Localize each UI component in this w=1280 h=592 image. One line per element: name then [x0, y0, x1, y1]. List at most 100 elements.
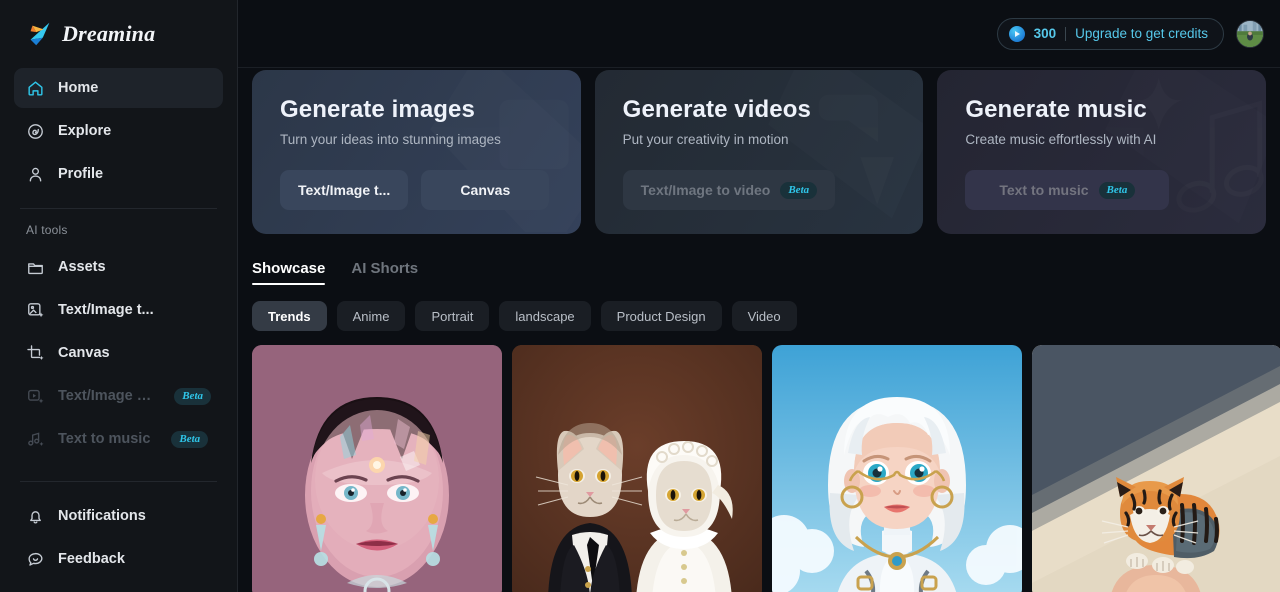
sidebar-item-text-to-music[interactable]: Text to music Beta [14, 419, 223, 459]
sidebar-item-label: Explore [58, 123, 112, 139]
miniature-tiger-image [1032, 345, 1280, 592]
hero-buttons: Text to music Beta [965, 170, 1238, 210]
filter-chips: Trends Anime Portrait landscape Product … [238, 301, 1280, 331]
hero-button-text-image-to-image[interactable]: Text/Image t... [280, 170, 409, 210]
music-note-sparkle-icon [28, 432, 44, 446]
upgrade-link[interactable]: Upgrade to get credits [1075, 26, 1208, 41]
beta-badge: Beta [171, 430, 209, 448]
hero-title: Generate videos [622, 96, 811, 123]
tab-showcase[interactable]: Showcase [252, 260, 326, 285]
tab-ai-shorts[interactable]: AI Shorts [351, 260, 418, 285]
content-tabs: Showcase AI Shorts [238, 260, 1280, 285]
showcase-gallery [238, 345, 1280, 592]
chip-video[interactable]: Video [731, 301, 797, 331]
chip-landscape[interactable]: landscape [499, 301, 591, 331]
glossy-pink-portrait-image [252, 345, 502, 592]
wedding-cats-image [512, 345, 762, 592]
gallery-item-glossy-pink-portrait[interactable] [252, 345, 502, 592]
sidebar-item-label: Text/Image t... [58, 302, 154, 318]
hero-title: Generate images [280, 96, 475, 123]
chip-label: Product Design [616, 308, 706, 324]
hero-button-canvas[interactable]: Canvas [421, 170, 550, 210]
sidebar-item-label: Text/Image t... [58, 388, 154, 404]
chat-bubble-icon [28, 552, 43, 566]
sidebar-item-label: Notifications [58, 508, 146, 524]
hero-buttons: Text/Image to video Beta [622, 170, 896, 210]
beta-badge: Beta [780, 181, 818, 199]
sidebar-item-label: Assets [58, 259, 106, 275]
chip-label: Anime [352, 308, 390, 324]
home-icon [28, 80, 43, 96]
canvas-crop-icon [27, 344, 44, 360]
chip-label: landscape [515, 308, 575, 324]
avatar-photo [1237, 20, 1263, 47]
hero-card-generate-music[interactable]: Generate music Create music effortlessly… [937, 70, 1267, 234]
user-icon [29, 167, 42, 182]
sidebar-divider-top [20, 208, 217, 209]
credit-coin-icon [1008, 25, 1025, 42]
credits-pill[interactable]: 300 Upgrade to get credits [996, 17, 1224, 50]
tab-label: Showcase [252, 260, 326, 277]
hero-subtitle: Create music effortlessly with AI [965, 132, 1157, 147]
brand-logo[interactable]: Dreamina [14, 0, 223, 68]
chip-trends[interactable]: Trends [252, 301, 327, 331]
hero-buttons: Text/Image t... Canvas [280, 170, 553, 210]
hero-card-generate-images[interactable]: Generate images Turn your ideas into stu… [252, 70, 581, 234]
sidebar-item-explore[interactable]: Explore [14, 111, 223, 151]
chip-portrait[interactable]: Portrait [415, 301, 490, 331]
gallery-item-wedding-cats[interactable] [512, 345, 762, 592]
hero-button-text-image-to-video[interactable]: Text/Image to video Beta [622, 170, 836, 210]
sidebar-item-label: Text to music [58, 431, 151, 447]
sidebar-item-notifications[interactable]: Notifications [14, 496, 223, 536]
hero-card-generate-videos[interactable]: Generate videos Put your creativity in m… [594, 70, 924, 234]
beta-badge: Beta [174, 387, 211, 405]
main-content: 300 Upgrade to get credits Generate imag… [238, 0, 1280, 592]
sidebar-section-label: AI tools [26, 223, 68, 237]
sidebar-item-home[interactable]: Home [14, 68, 223, 108]
hero-button-label: Text/Image t... [298, 182, 391, 198]
hero-button-label: Text to music [999, 182, 1089, 198]
image-sparkle-icon [28, 302, 44, 317]
sidebar-item-canvas[interactable]: Canvas [14, 333, 223, 373]
gallery-item-miniature-tiger[interactable] [1032, 345, 1280, 592]
hero-title: Generate music [965, 96, 1147, 123]
sidebar-item-assets[interactable]: Assets [14, 247, 223, 287]
hero-button-label: Canvas [460, 182, 511, 198]
hero-subtitle: Turn your ideas into stunning images [280, 132, 501, 147]
sidebar-item-text-image-to-image[interactable]: Text/Image t... [14, 290, 223, 330]
app-root: Dreamina Home Explore Profile AI tools A… [0, 0, 1280, 592]
sidebar-item-label: Canvas [58, 345, 110, 361]
white-hair-3d-girl-image [772, 345, 1022, 592]
credits-count: 300 [1033, 26, 1057, 41]
top-bar: 300 Upgrade to get credits [238, 0, 1280, 68]
tab-label: AI Shorts [351, 260, 419, 277]
dreamina-swoosh-logo-icon [30, 22, 50, 46]
gallery-item-white-hair-3d-girl[interactable] [772, 345, 1022, 592]
sidebar-item-label: Profile [58, 166, 104, 182]
sidebar: Dreamina Home Explore Profile AI tools A… [0, 0, 238, 592]
chip-label: Video [747, 308, 781, 324]
sidebar-item-text-image-to-video[interactable]: Text/Image t... Beta [14, 376, 223, 416]
hero-button-text-to-music[interactable]: Text to music Beta [965, 170, 1170, 210]
bell-icon [30, 510, 41, 524]
chip-label: Trends [268, 308, 311, 324]
avatar[interactable] [1236, 19, 1264, 48]
sidebar-item-feedback[interactable]: Feedback [14, 539, 223, 579]
sidebar-divider-bottom [20, 481, 217, 482]
compass-icon [28, 123, 43, 139]
chip-product-design[interactable]: Product Design [600, 301, 722, 331]
sidebar-item-label: Feedback [58, 551, 125, 567]
hero-cards: Generate images Turn your ideas into stu… [238, 70, 1280, 234]
video-sparkle-icon [28, 389, 44, 403]
sidebar-item-profile[interactable]: Profile [14, 154, 223, 194]
folder-icon [28, 262, 43, 274]
beta-badge: Beta [1098, 181, 1136, 199]
pill-separator [1065, 26, 1067, 41]
hero-button-label: Text/Image to video [640, 182, 771, 198]
sidebar-item-label: Home [58, 80, 99, 96]
chip-label: Portrait [431, 308, 474, 324]
brand-name: Dreamina [62, 21, 156, 46]
chip-anime[interactable]: Anime [336, 301, 406, 331]
sidebar-bottom-group: Notifications Feedback [14, 481, 223, 582]
hero-subtitle: Put your creativity in motion [622, 132, 789, 147]
